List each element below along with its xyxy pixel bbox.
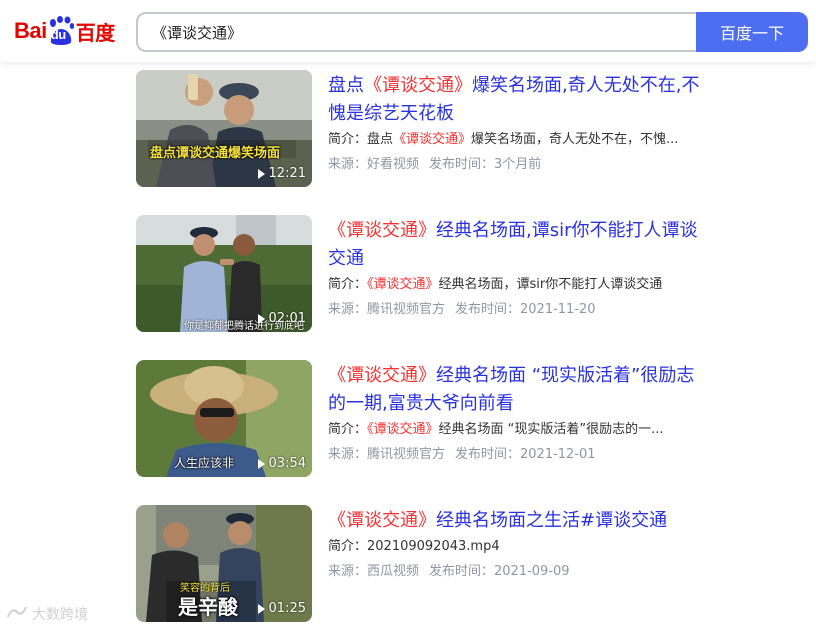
search-input[interactable]: 《谭谈交通》: [136, 12, 698, 52]
result-title[interactable]: 《谭谈交通》经典名场面之生活#谭谈交通: [328, 507, 712, 535]
result-title[interactable]: 《谭谈交通》经典名场面 “现实版活着”很励志的一期,富贵大爷向前看: [328, 362, 712, 418]
paw-logo-icon: du: [48, 16, 74, 46]
desc-label: 简介：: [328, 539, 368, 554]
publish-time: 发布时间：3个月前: [429, 157, 542, 172]
source-text: 来源：腾讯视频官方: [328, 447, 446, 462]
baidu-logo[interactable]: Bai du 百度: [14, 14, 115, 48]
title-highlight: 《谭谈交通》: [328, 365, 436, 386]
desc-label: 简介：: [328, 422, 368, 437]
header: Bai du 百度 《谭谈交通》 百度一下: [0, 0, 816, 62]
result-meta: 来源：西瓜视频 发布时间：2021-09-09: [328, 562, 712, 582]
thumbnail-caption: 人生应该非: [174, 456, 235, 470]
result-info: 《谭谈交通》经典名场面,谭sir你不能打人谭谈交通 简介：《谭谈交通》经典名场面…: [328, 217, 712, 320]
result-item: 你是抑郁把腾话进行到底吧 02:01 《谭谈交通》经典名场面,谭sir你不能打人…: [136, 215, 716, 333]
desc-highlight: 《谭谈交通》: [367, 277, 439, 292]
duration-text: 02:01: [268, 311, 306, 326]
play-icon: [257, 603, 265, 614]
play-icon: [257, 168, 265, 179]
watermark-text: 大数跨境: [32, 607, 88, 623]
logo-du-text: du: [50, 27, 66, 42]
duration-text: 12:21: [268, 166, 306, 181]
watermark: 大数跨境: [6, 604, 88, 624]
search-button[interactable]: 百度一下: [696, 12, 808, 52]
result-meta: 来源：腾讯视频官方 发布时间：2021-12-01: [328, 445, 712, 465]
video-thumbnail[interactable]: 笑容的背后 是辛酸 01:25: [136, 505, 312, 622]
desc-highlight: 《谭谈交通》: [367, 422, 439, 437]
result-description: 简介：202109092043.mp4: [328, 537, 712, 557]
desc-rest: 经典名场面，谭sir你不能打人谭谈交通: [438, 277, 663, 292]
video-thumbnail[interactable]: 盘点谭谈交通爆笑场面 12:21: [136, 70, 312, 187]
video-duration: 12:21: [257, 166, 306, 181]
result-info: 《谭谈交通》经典名场面之生活#谭谈交通 简介：202109092043.mp4 …: [328, 507, 712, 582]
desc-label: 简介：: [328, 132, 368, 147]
source-text: 来源：好看视频: [328, 157, 420, 172]
result-item: 笑容的背后 是辛酸 01:25 《谭谈交通》经典名场面之生活#谭谈交通 简介：2…: [136, 505, 716, 623]
logo-cn-text: 百度: [75, 22, 116, 45]
result-meta: 来源：腾讯视频官方 发布时间：2021-11-20: [328, 300, 712, 320]
desc-label: 简介：: [328, 277, 368, 292]
result-description: 简介：盘点《谭谈交通》爆笑名场面，奇人无处不在，不愧...: [328, 130, 712, 150]
desc-prefix: 盘点: [367, 132, 394, 147]
video-duration: 03:54: [257, 456, 306, 471]
watermark-logo-icon: [6, 605, 28, 623]
thumbnail-caption: 是辛酸: [178, 595, 238, 619]
play-icon: [257, 458, 265, 469]
source-text: 来源：腾讯视频官方: [328, 302, 446, 317]
title-highlight: 《谭谈交通》: [328, 220, 436, 241]
desc-rest: 爆笑名场面，奇人无处不在，不愧...: [471, 132, 679, 147]
source-text: 来源：西瓜视频: [328, 564, 420, 579]
publish-time: 发布时间：2021-09-09: [429, 564, 570, 579]
video-duration: 01:25: [257, 601, 306, 616]
result-title[interactable]: 《谭谈交通》经典名场面,谭sir你不能打人谭谈交通: [328, 217, 712, 273]
result-info: 盘点《谭谈交通》爆笑名场面,奇人无处不在,不愧是综艺天花板 简介：盘点《谭谈交通…: [328, 72, 712, 175]
result-item: 盘点谭谈交通爆笑场面 12:21 盘点《谭谈交通》爆笑名场面,奇人无处不在,不愧…: [136, 70, 716, 188]
result-info: 《谭谈交通》经典名场面 “现实版活着”很励志的一期,富贵大爷向前看 简介：《谭谈…: [328, 362, 712, 465]
desc-highlight: 《谭谈交通》: [393, 132, 472, 147]
result-item: 人生应该非 03:54 《谭谈交通》经典名场面 “现实版活着”很励志的一期,富贵…: [136, 360, 716, 478]
logo-bai-text: Bai: [14, 18, 47, 43]
publish-time: 发布时间：2021-11-20: [455, 302, 596, 317]
duration-text: 01:25: [268, 601, 306, 616]
desc-rest: 经典名场面 “现实版活着”很励志的一...: [438, 422, 664, 437]
title-rest: 经典名场面之生活#谭谈交通: [436, 510, 668, 531]
desc-rest: 202109092043.mp4: [367, 539, 500, 554]
title-prefix: 盘点: [328, 75, 364, 96]
title-highlight: 《谭谈交通》: [364, 75, 472, 96]
play-icon: [257, 313, 265, 324]
publish-time: 发布时间：2021-12-01: [455, 447, 596, 462]
thumbnail-caption: 盘点谭谈交通爆笑场面: [150, 146, 281, 161]
video-duration: 02:01: [257, 311, 306, 326]
title-highlight: 《谭谈交通》: [328, 510, 436, 531]
result-meta: 来源：好看视频 发布时间：3个月前: [328, 155, 712, 175]
result-description: 简介：《谭谈交通》经典名场面，谭sir你不能打人谭谈交通: [328, 275, 712, 295]
result-title[interactable]: 盘点《谭谈交通》爆笑名场面,奇人无处不在,不愧是综艺天花板: [328, 72, 712, 128]
duration-text: 03:54: [268, 456, 306, 471]
result-description: 简介：《谭谈交通》经典名场面 “现实版活着”很励志的一...: [328, 420, 712, 440]
video-thumbnail[interactable]: 你是抑郁把腾话进行到底吧 02:01: [136, 215, 312, 332]
video-thumbnail[interactable]: 人生应该非 03:54: [136, 360, 312, 477]
